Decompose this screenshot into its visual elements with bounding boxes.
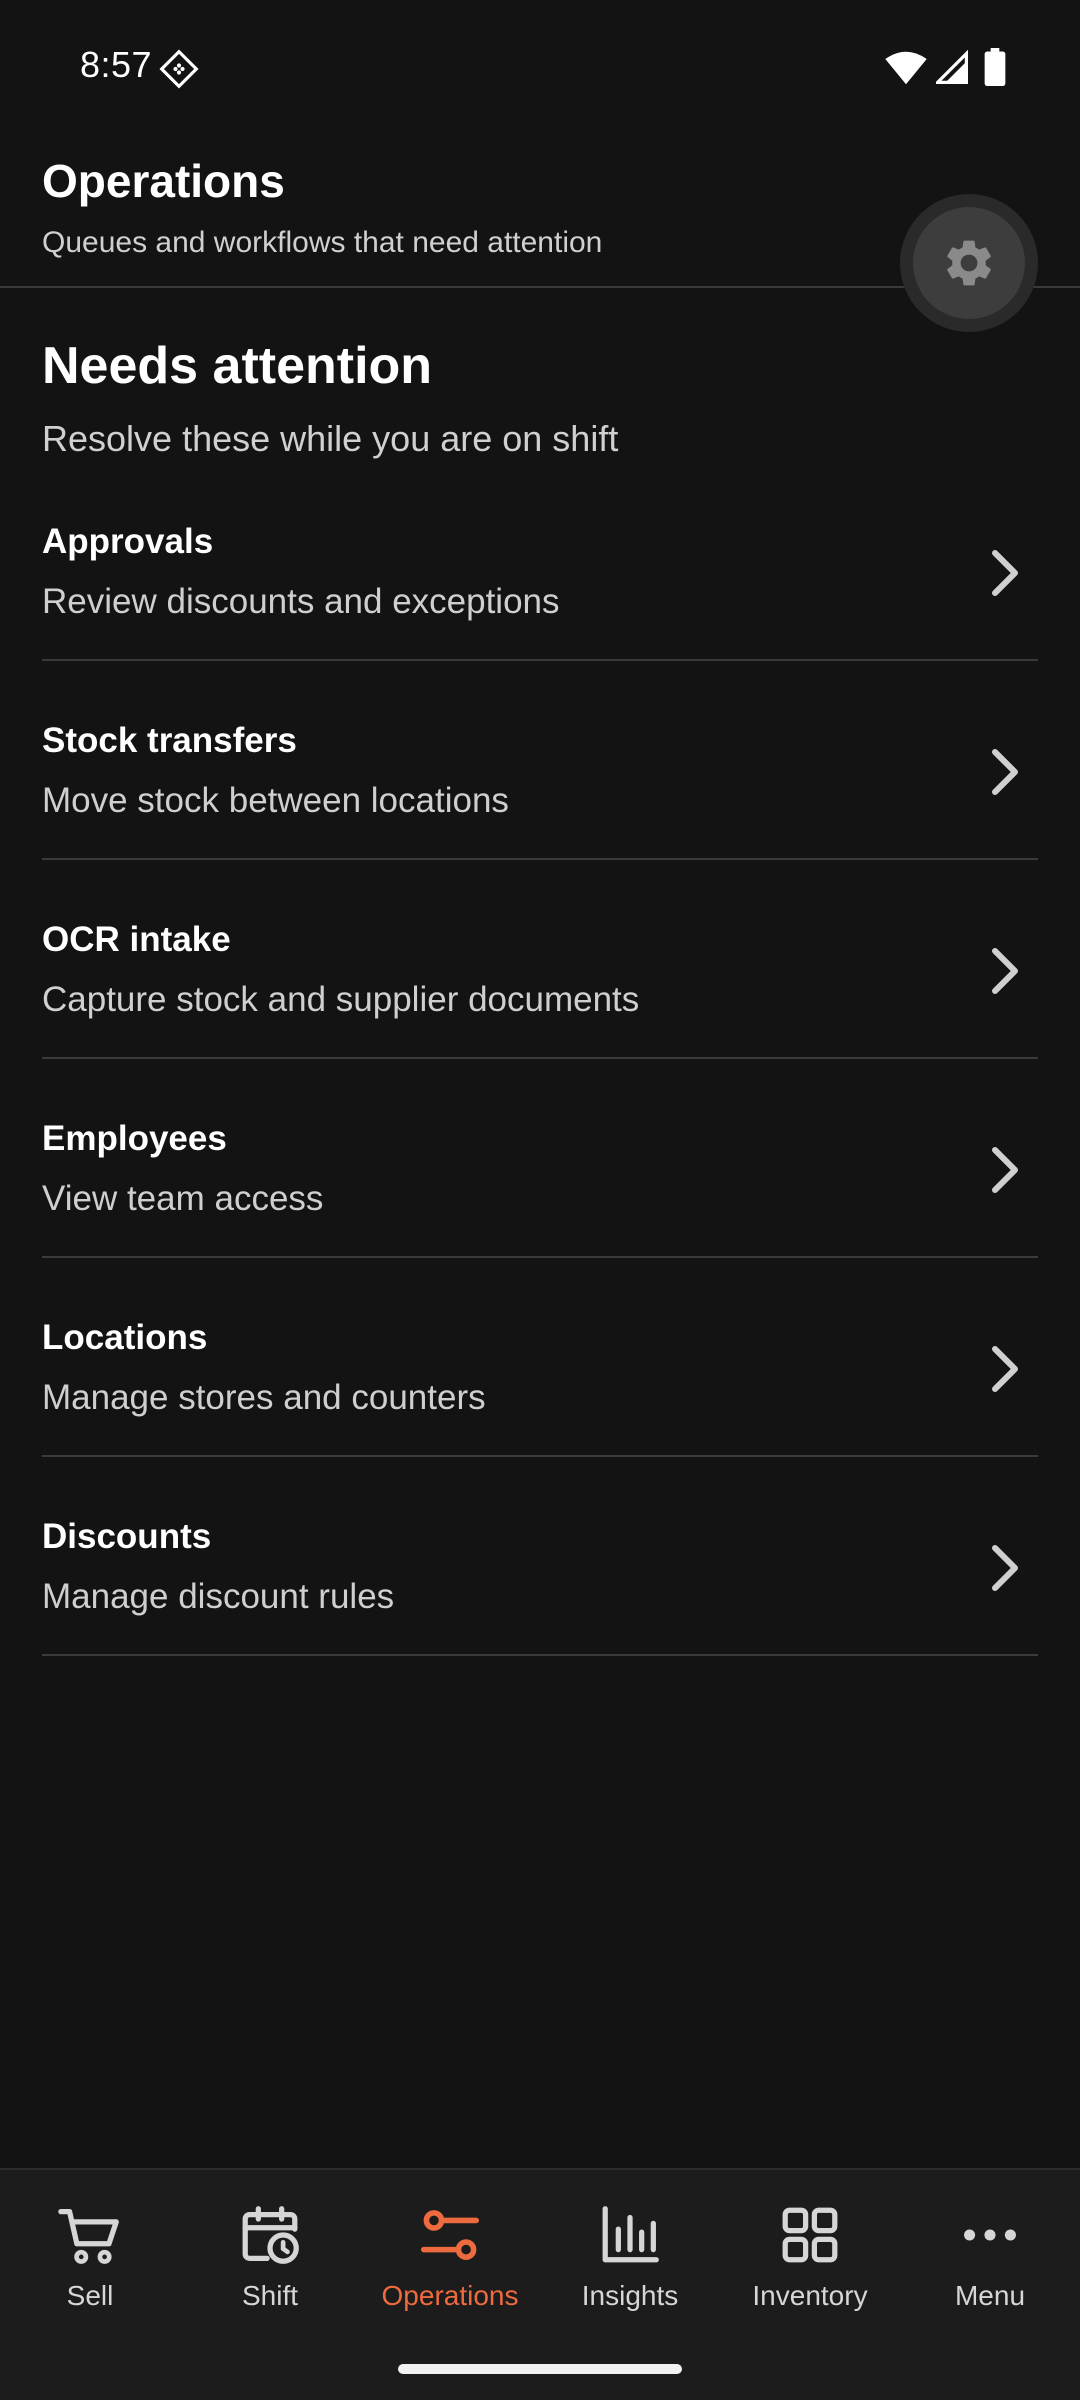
nav-label-insights: Insights bbox=[581, 2280, 679, 2311]
nav-label-inventory: Inventory bbox=[752, 2280, 868, 2311]
bar-chart-icon bbox=[602, 2206, 659, 2263]
list-item-title: Approvals bbox=[42, 522, 214, 561]
chevron-right-icon bbox=[992, 550, 1018, 596]
section-subtitle: Resolve these while you are on shift bbox=[42, 418, 619, 459]
page-subtitle: Queues and workflows that need attention bbox=[42, 226, 603, 259]
list-item-title: Stock transfers bbox=[42, 721, 297, 760]
nav-label-operations: Operations bbox=[381, 2280, 519, 2311]
list-item-title: Discounts bbox=[42, 1517, 212, 1556]
list-item-approvals[interactable]: Approvals Review discounts and exception… bbox=[42, 462, 1038, 661]
attention-list: Approvals Review discounts and exception… bbox=[42, 462, 1038, 1656]
wifi-icon bbox=[885, 51, 927, 85]
list-item-ocr-intake[interactable]: OCR intake Capture stock and supplier do… bbox=[42, 860, 1038, 1059]
list-item-description: Review discounts and exceptions bbox=[42, 582, 560, 621]
chevron-right-icon bbox=[992, 948, 1018, 994]
page-header: Operations Queues and workflows that nee… bbox=[0, 136, 1080, 332]
list-item-description: Move stock between locations bbox=[42, 781, 509, 820]
nav-item-shift[interactable]: Shift bbox=[180, 2200, 360, 2330]
battery-icon bbox=[984, 48, 1006, 86]
grid-icon bbox=[782, 2207, 838, 2263]
nav-item-operations[interactable]: Operations bbox=[360, 2200, 540, 2330]
settings-button[interactable] bbox=[900, 194, 1038, 332]
cart-icon bbox=[58, 2209, 119, 2264]
page-title: Operations bbox=[42, 155, 285, 207]
list-item-stock-transfers[interactable]: Stock transfers Move stock between locat… bbox=[42, 661, 1038, 860]
status-time: 8:57 bbox=[80, 44, 153, 85]
vpn-key-icon bbox=[159, 49, 199, 89]
chevron-right-icon bbox=[992, 1545, 1018, 1591]
nav-item-sell[interactable]: Sell bbox=[0, 2200, 180, 2330]
nav-item-inventory[interactable]: Inventory bbox=[720, 2200, 900, 2330]
chevron-right-icon bbox=[992, 749, 1018, 795]
list-item-title: Employees bbox=[42, 1119, 227, 1158]
nav-label-shift: Shift bbox=[241, 2280, 299, 2311]
sliders-icon bbox=[420, 2210, 480, 2260]
more-dots-icon bbox=[964, 2229, 1016, 2241]
list-item-locations[interactable]: Locations Manage stores and counters bbox=[42, 1258, 1038, 1457]
list-item-discounts[interactable]: Discounts Manage discount rules bbox=[42, 1457, 1038, 1656]
nav-item-menu[interactable]: Menu bbox=[900, 2200, 1080, 2330]
list-item-description: Capture stock and supplier documents bbox=[42, 980, 640, 1019]
calendar-clock-icon bbox=[242, 2206, 299, 2264]
list-item-description: Manage discount rules bbox=[42, 1577, 395, 1616]
status-bar: 8:57 bbox=[0, 0, 1080, 136]
home-indicator[interactable] bbox=[398, 2364, 682, 2374]
list-item-description: View team access bbox=[42, 1179, 324, 1218]
chevron-right-icon bbox=[992, 1346, 1018, 1392]
list-item-employees[interactable]: Employees View team access bbox=[42, 1059, 1038, 1258]
nav-label-menu: Menu bbox=[954, 2280, 1026, 2311]
list-item-title: OCR intake bbox=[42, 920, 231, 959]
gear-icon bbox=[947, 240, 991, 286]
chevron-right-icon bbox=[992, 1147, 1018, 1193]
signal-icon bbox=[936, 50, 968, 84]
section-title: Needs attention bbox=[42, 337, 433, 395]
nav-label-sell: Sell bbox=[66, 2280, 114, 2311]
list-item-description: Manage stores and counters bbox=[42, 1378, 486, 1417]
list-item-title: Locations bbox=[42, 1318, 208, 1357]
nav-item-insights[interactable]: Insights bbox=[540, 2200, 720, 2330]
